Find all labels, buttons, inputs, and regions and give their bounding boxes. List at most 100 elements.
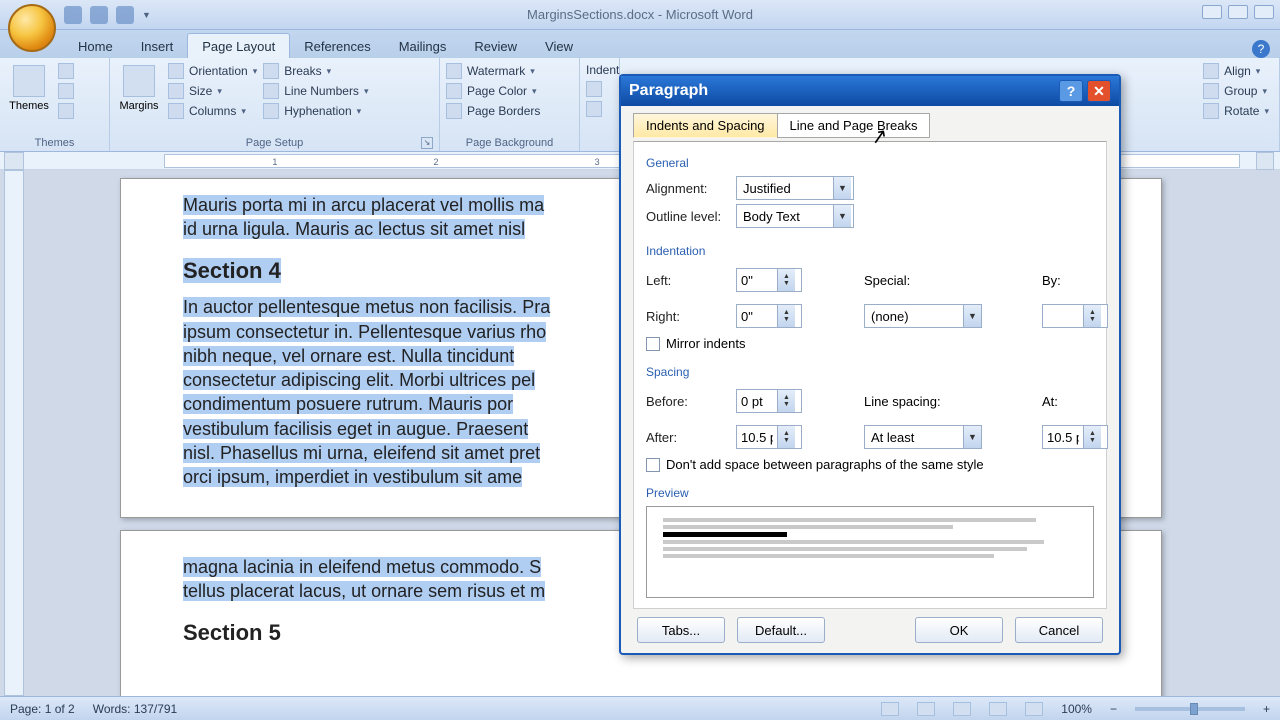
mirror-indents-checkbox[interactable]: Mirror indents bbox=[646, 336, 1094, 351]
view-print-layout-icon[interactable] bbox=[881, 702, 899, 716]
margins-button[interactable]: Margins bbox=[116, 63, 162, 112]
redo-icon[interactable] bbox=[116, 6, 134, 24]
indent-right-spinner[interactable]: ▲▼ bbox=[736, 304, 802, 328]
spinner-buttons[interactable]: ▲▼ bbox=[777, 390, 795, 412]
zoom-level[interactable]: 100% bbox=[1061, 702, 1092, 716]
ruler-toggle-button[interactable] bbox=[1256, 152, 1274, 170]
orientation-icon bbox=[168, 63, 184, 79]
by-spinner[interactable]: ▲▼ bbox=[1042, 304, 1108, 328]
view-outline-icon[interactable] bbox=[989, 702, 1007, 716]
ok-button[interactable]: OK bbox=[915, 617, 1003, 643]
tab-mailings[interactable]: Mailings bbox=[385, 34, 461, 58]
title-bar: ▼ MarginsSections.docx - Microsoft Word bbox=[0, 0, 1280, 30]
tab-home[interactable]: Home bbox=[64, 34, 127, 58]
breaks-button[interactable]: Breaks▾ bbox=[263, 63, 368, 79]
office-button[interactable] bbox=[8, 4, 56, 52]
line-spacing-select[interactable]: At least▼ bbox=[864, 425, 982, 449]
vertical-ruler[interactable] bbox=[4, 170, 24, 696]
undo-icon[interactable] bbox=[90, 6, 108, 24]
indent-right-icon bbox=[586, 101, 602, 117]
tab-references[interactable]: References bbox=[290, 34, 384, 58]
save-icon[interactable] bbox=[64, 6, 82, 24]
page-setup-launcher[interactable]: ↘ bbox=[421, 137, 433, 149]
tab-insert[interactable]: Insert bbox=[127, 34, 188, 58]
theme-fonts-button[interactable] bbox=[58, 83, 74, 99]
group-themes-label: Themes bbox=[6, 135, 103, 150]
dialog-close-button[interactable]: ✕ bbox=[1087, 80, 1111, 102]
columns-button[interactable]: Columns▾ bbox=[168, 103, 257, 119]
orientation-button[interactable]: Orientation▾ bbox=[168, 63, 257, 79]
status-bar: Page: 1 of 2 Words: 137/791 100% − + bbox=[0, 696, 1280, 720]
preview-sample-text bbox=[663, 532, 787, 537]
tab-review[interactable]: Review bbox=[460, 34, 531, 58]
theme-effects-button[interactable] bbox=[58, 103, 74, 119]
minimize-button[interactable] bbox=[1202, 5, 1222, 19]
section-indentation: Indentation bbox=[646, 244, 1094, 258]
size-button[interactable]: Size▾ bbox=[168, 83, 257, 99]
special-select[interactable]: (none)▼ bbox=[864, 304, 982, 328]
tab-indents-spacing[interactable]: Indents and Spacing bbox=[633, 113, 777, 138]
alignment-select[interactable]: Justified▼ bbox=[736, 176, 854, 200]
view-web-layout-icon[interactable] bbox=[953, 702, 971, 716]
breaks-icon bbox=[263, 63, 279, 79]
effects-icon bbox=[58, 103, 74, 119]
after-spinner[interactable]: ▲▼ bbox=[736, 425, 802, 449]
doc-text-line: Mauris porta mi in arcu placerat vel mol… bbox=[183, 195, 544, 215]
default-button[interactable]: Default... bbox=[737, 617, 825, 643]
tab-view[interactable]: View bbox=[531, 34, 587, 58]
tab-page-layout[interactable]: Page Layout bbox=[187, 33, 290, 58]
tabs-button[interactable]: Tabs... bbox=[637, 617, 725, 643]
theme-colors-button[interactable] bbox=[58, 63, 74, 79]
outline-level-label: Outline level: bbox=[646, 209, 728, 224]
tab-line-page-breaks[interactable]: Line and Page Breaks bbox=[777, 113, 931, 138]
close-button[interactable] bbox=[1254, 5, 1274, 19]
special-label: Special: bbox=[864, 273, 910, 288]
themes-button[interactable]: Themes bbox=[6, 63, 52, 112]
at-spinner[interactable]: ▲▼ bbox=[1042, 425, 1108, 449]
view-full-screen-icon[interactable] bbox=[917, 702, 935, 716]
outline-level-select[interactable]: Body Text▼ bbox=[736, 204, 854, 228]
align-icon bbox=[1203, 63, 1219, 79]
spinner-buttons[interactable]: ▲▼ bbox=[777, 269, 795, 291]
watermark-button[interactable]: Watermark▾ bbox=[446, 63, 540, 79]
zoom-thumb[interactable] bbox=[1190, 703, 1198, 715]
before-spinner[interactable]: ▲▼ bbox=[736, 389, 802, 413]
page-color-button[interactable]: Page Color▾ bbox=[446, 83, 540, 99]
ribbon-tabs: Home Insert Page Layout References Maili… bbox=[0, 30, 1280, 58]
view-draft-icon[interactable] bbox=[1025, 702, 1043, 716]
rotate-icon bbox=[1203, 103, 1219, 119]
status-words[interactable]: Words: 137/791 bbox=[93, 702, 178, 716]
hyphenation-icon bbox=[263, 103, 279, 119]
status-page[interactable]: Page: 1 of 2 bbox=[10, 702, 75, 716]
rotate-button[interactable]: Rotate▾ bbox=[1203, 103, 1269, 119]
dialog-titlebar[interactable]: Paragraph ? ✕ bbox=[621, 76, 1119, 106]
indent-left-button[interactable] bbox=[586, 81, 619, 97]
themes-icon bbox=[13, 65, 45, 97]
group-page-background-label: Page Background bbox=[446, 135, 573, 150]
help-icon[interactable]: ? bbox=[1252, 40, 1270, 58]
doc-paragraph: magna lacinia in eleifend metus commodo.… bbox=[183, 557, 545, 601]
qat-dropdown-icon[interactable]: ▼ bbox=[142, 10, 151, 20]
indent-left-label: Left: bbox=[646, 273, 728, 288]
spinner-buttons[interactable]: ▲▼ bbox=[1083, 426, 1101, 448]
indent-right-button[interactable] bbox=[586, 101, 619, 117]
hyphenation-button[interactable]: Hyphenation▾ bbox=[263, 103, 368, 119]
maximize-button[interactable] bbox=[1228, 5, 1248, 19]
zoom-out-button[interactable]: − bbox=[1110, 702, 1117, 716]
align-button[interactable]: Align▾ bbox=[1203, 63, 1269, 79]
dialog-help-button[interactable]: ? bbox=[1059, 80, 1083, 102]
line-numbers-button[interactable]: Line Numbers▾ bbox=[263, 83, 368, 99]
spinner-buttons[interactable]: ▲▼ bbox=[777, 426, 795, 448]
indent-left-spinner[interactable]: ▲▼ bbox=[736, 268, 802, 292]
tab-selector[interactable] bbox=[4, 152, 24, 170]
zoom-in-button[interactable]: + bbox=[1263, 702, 1270, 716]
chevron-down-icon: ▼ bbox=[963, 426, 981, 448]
dont-add-space-checkbox[interactable]: Don't add space between paragraphs of th… bbox=[646, 457, 1094, 472]
spinner-buttons[interactable]: ▲▼ bbox=[777, 305, 795, 327]
indent-left-icon bbox=[586, 81, 602, 97]
group-button[interactable]: Group▾ bbox=[1203, 83, 1269, 99]
cancel-button[interactable]: Cancel bbox=[1015, 617, 1103, 643]
zoom-slider[interactable] bbox=[1135, 707, 1245, 711]
page-borders-button[interactable]: Page Borders bbox=[446, 103, 540, 119]
spinner-buttons[interactable]: ▲▼ bbox=[1083, 305, 1101, 327]
